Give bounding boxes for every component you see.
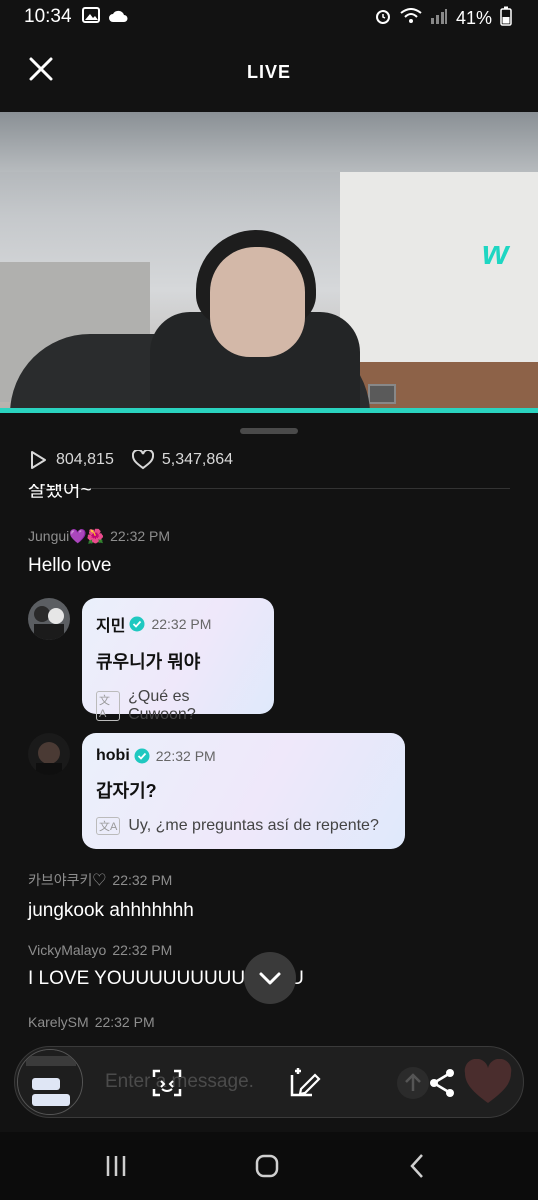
- status-indicators: 41%: [374, 6, 512, 31]
- artist-name[interactable]: hobi: [96, 747, 130, 765]
- cloud-icon: [108, 7, 128, 28]
- signal-icon: [430, 8, 448, 29]
- chevron-down-icon: [259, 972, 281, 985]
- chat-timestamp: 22:32 PM: [94, 1014, 155, 1030]
- translate-icon: 文A: [96, 817, 121, 835]
- home-button[interactable]: [247, 1152, 287, 1180]
- chat-timestamp: 22:32 PM: [112, 942, 173, 958]
- live-video[interactable]: w: [0, 112, 538, 409]
- share-button[interactable]: [427, 1067, 459, 1099]
- chat-username[interactable]: 카브야쿠키♡: [28, 872, 106, 888]
- drag-handle[interactable]: [240, 428, 298, 434]
- chat-message: Jungui💜🌺 22:32 PM Hello love: [28, 528, 170, 577]
- back-icon: [410, 1154, 423, 1178]
- chat-username[interactable]: VickyMalayo: [28, 942, 106, 958]
- system-nav-bar: [0, 1132, 538, 1200]
- heart-icon: [131, 450, 154, 470]
- chat-username[interactable]: KarelySM: [28, 1014, 89, 1030]
- chat-message-text-start: I LOVE YOUUUUUUUUU: [28, 968, 246, 989]
- weverse-logo: w: [482, 234, 509, 272]
- chat-message-text-partial: 잘됐어~: [28, 484, 92, 501]
- artist-message-timestamp: 22:32 PM: [155, 748, 216, 764]
- battery-level: 41%: [455, 8, 492, 28]
- like-count-value: 5,347,864: [161, 451, 234, 468]
- send-button[interactable]: [397, 1067, 429, 1099]
- chat-message-text: Hello love: [28, 555, 112, 576]
- wifi-icon: [400, 8, 422, 29]
- chat-message: 카브야쿠키♡ 22:32 PM jungkook ahhhhhhh: [28, 870, 194, 922]
- edit-button[interactable]: [287, 1067, 321, 1099]
- share-icon: [430, 1069, 454, 1097]
- bottom-toolbar: Enter a message.: [14, 1046, 524, 1118]
- translate-icon: 文A: [96, 691, 121, 721]
- verified-icon: [129, 616, 145, 632]
- stats-divider: [28, 488, 510, 489]
- live-stats: 804,815 5,347,864: [28, 448, 251, 472]
- play-icon: [31, 451, 46, 469]
- play-count: 804,815: [28, 450, 114, 470]
- recent-apps-icon: [106, 1156, 126, 1176]
- artist-message-timestamp: 22:32 PM: [151, 616, 212, 632]
- translated-text: Uy, ¿me preguntas así de repente?: [128, 817, 379, 834]
- avatar[interactable]: [28, 598, 70, 640]
- home-icon: [255, 1154, 279, 1178]
- battery-icon: [500, 6, 512, 31]
- gallery-icon: [81, 6, 100, 28]
- translation-row[interactable]: 文A ¿Qué es Cuwoon?: [96, 688, 260, 724]
- alarm-icon: [374, 7, 392, 30]
- like-button[interactable]: [463, 1058, 513, 1107]
- scan-icon: [152, 1069, 182, 1097]
- artist-message-text: 큐우니가 뭐야: [96, 652, 201, 672]
- chat-timestamp: 22:32 PM: [112, 872, 173, 888]
- status-time: 10:34: [24, 6, 72, 27]
- artist-name[interactable]: 지민: [96, 612, 125, 636]
- recent-apps-button[interactable]: [96, 1152, 136, 1180]
- translation-row[interactable]: 文A Uy, ¿me preguntas así de repente?: [96, 817, 391, 835]
- arrow-up-icon: [405, 1073, 421, 1091]
- top-bar: LIVE: [0, 40, 538, 104]
- artist-message-bubble: hobi 22:32 PM 갑자기? 文A Uy, ¿me preguntas …: [82, 733, 405, 849]
- chat-message-text: jungkook ahhhhhhh: [28, 900, 194, 921]
- chat-timestamp: 22:32 PM: [110, 528, 171, 544]
- translated-text: ¿Qué es Cuwoon?: [128, 688, 196, 723]
- like-count: 5,347,864: [131, 450, 234, 470]
- chat-message: KarelySM 22:32 PM: [28, 1014, 155, 1030]
- back-button[interactable]: [398, 1152, 438, 1180]
- video-progress-bar: [0, 408, 538, 413]
- artist-message-bubble: 지민 22:32 PM 큐우니가 뭐야 文A ¿Qué es Cuwoon?: [82, 598, 274, 723]
- scan-button[interactable]: [151, 1067, 183, 1099]
- play-count-value: 804,815: [56, 451, 114, 468]
- edit-icon: [290, 1068, 321, 1097]
- chat-username[interactable]: Jungui💜🌺: [28, 528, 104, 544]
- video-person-face: [210, 247, 305, 357]
- heart-icon: [464, 1058, 512, 1103]
- verified-icon: [134, 748, 150, 764]
- video-ceiling: [0, 112, 538, 172]
- page-title: LIVE: [246, 62, 291, 82]
- avatar[interactable]: [28, 733, 70, 775]
- video-wall-device: [368, 384, 396, 404]
- scroll-to-bottom-button[interactable]: [244, 952, 296, 1004]
- artist-message-text: 갑자기?: [96, 781, 157, 801]
- screen-thumbnail[interactable]: [17, 1049, 83, 1115]
